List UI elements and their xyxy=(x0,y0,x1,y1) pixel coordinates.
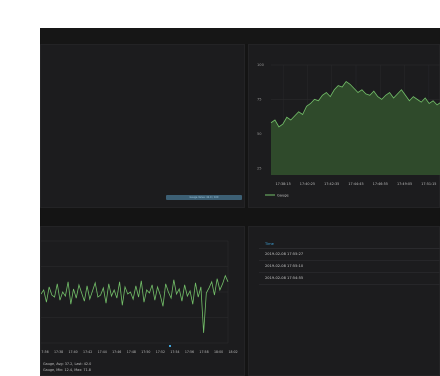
x-tick-label: 17:46:55 xyxy=(373,182,388,186)
x-tick-label: 17:44:45 xyxy=(348,182,363,186)
x-tick-label: 17:46 xyxy=(112,350,121,354)
x-tick-label: 17:49:05 xyxy=(397,182,412,186)
legend-line-1[interactable]: Gauge, Avg: 37.2, Last: 42.0 xyxy=(43,362,91,366)
x-tick-label: 17:40 xyxy=(69,350,78,354)
legend-pill[interactable]: Gauge Value: 42.0 / 100 xyxy=(166,195,242,200)
x-tick-label: 17:48 xyxy=(127,350,136,354)
panel-area-chart[interactable]: 25 50 75 100 17:38:15 17:40:25 17:42:35 17:44:… xyxy=(248,44,440,208)
series-line xyxy=(40,274,229,333)
x-tick-label: 17:54 xyxy=(170,350,179,354)
line-chart: 17:36 17:38 17:40 17:42 17:44 17:46 17:48 17:50… xyxy=(40,240,238,372)
x-tick-label: 17:38 xyxy=(54,350,63,354)
y-tick-label: 75 xyxy=(257,98,262,102)
y-tick-label: 25 xyxy=(257,166,262,170)
dashboard-screen: Gauge Value: 42.0 / 100 25 50 75 100 17:38:… xyxy=(40,28,440,376)
table-row: 2019-02-08 17:55:27 xyxy=(259,249,440,261)
legend-label[interactable]: Gauge xyxy=(277,194,290,198)
x-tick-label: 17:50 xyxy=(141,350,150,354)
y-tick-label: 50 xyxy=(257,132,262,136)
panel-table[interactable]: Time 2019-02-08 17:55:27 2019-02-08 17:5… xyxy=(248,226,440,376)
dashboard-top-bar xyxy=(40,28,440,44)
x-tick-label: 17:38:15 xyxy=(276,182,291,186)
y-tick-label: 100 xyxy=(257,63,265,67)
time-marker xyxy=(169,345,171,347)
table: Time 2019-02-08 17:55:27 2019-02-08 17:5… xyxy=(259,241,440,285)
x-tick-label: 17:58 xyxy=(199,350,208,354)
table-row: 2019-02-08 17:55:10 xyxy=(259,261,440,273)
x-tick-label: 17:42:35 xyxy=(324,182,339,186)
x-tick-label: 18:02 xyxy=(229,350,238,354)
x-tick-label: 17:42 xyxy=(83,350,92,354)
area-fill xyxy=(271,81,440,175)
panel-empty[interactable]: Gauge Value: 42.0 / 100 xyxy=(40,44,245,208)
x-tick-label: 17:36 xyxy=(41,350,49,354)
legend-line-2[interactable]: Gauge, Min: 12.4, Max: 71.8 xyxy=(43,368,91,372)
table-header-time[interactable]: Time xyxy=(259,241,440,249)
x-tick-label: 17:51:15 xyxy=(421,182,436,186)
table-row: 2019-02-08 17:54:55 xyxy=(259,273,440,285)
x-tick-label: 17:40:25 xyxy=(300,182,315,186)
x-tick-label: 17:56 xyxy=(185,350,194,354)
x-tick-label: 17:44 xyxy=(98,350,107,354)
area-chart: 25 50 75 100 17:38:15 17:40:25 17:42:35 17:44:… xyxy=(257,63,440,198)
panel-line-chart[interactable]: 17:36 17:38 17:40 17:42 17:44 17:46 17:48 17:50… xyxy=(40,226,245,376)
x-tick-label: 18:00 xyxy=(214,350,223,354)
x-tick-label: 17:52 xyxy=(156,350,165,354)
